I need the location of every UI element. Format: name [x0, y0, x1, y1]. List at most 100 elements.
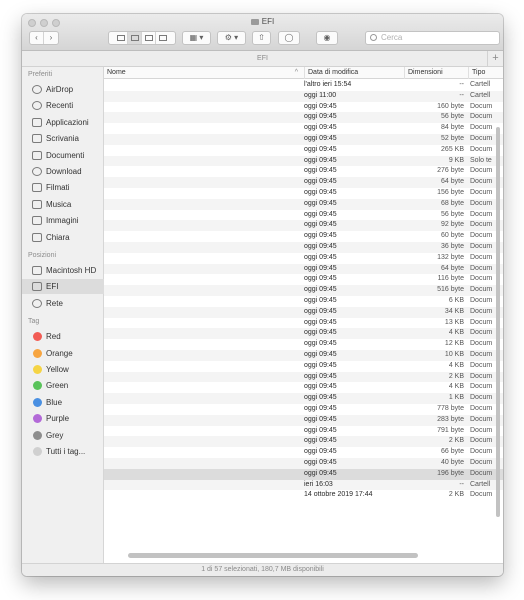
table-row[interactable]: APIC.amloggi 09:45160 byteDocum	[104, 102, 503, 113]
column-kind[interactable]: Tipo	[468, 67, 503, 79]
modified-date: oggi 09:45	[304, 167, 337, 175]
table-row[interactable]: FACS.amloggi 09:4564 byteDocum	[104, 177, 503, 188]
back-button[interactable]: ‹	[30, 32, 44, 44]
table-row[interactable]: DumpLog.txtoggi 09:459 KBSolo te	[104, 155, 503, 167]
search-field[interactable]: Cerca	[365, 31, 500, 45]
sidebar-item-immagini[interactable]: Immagini	[22, 213, 104, 228]
file-rows: ▼ACPIl'altro ieri 15:54--Cartell▼origino…	[104, 80, 503, 551]
folder-row[interactable]: ▼patchedieri 16:03--Cartell	[104, 479, 503, 491]
sidebar-tag-tutti-i-tag[interactable]: Tutti i tag...	[22, 444, 104, 459]
sidebar-item-label: Musica	[46, 199, 72, 209]
sidebar-tag-yellow[interactable]: Yellow	[22, 362, 104, 377]
sidebar-item-rete[interactable]: Rete	[22, 296, 104, 311]
sidebar-item-download[interactable]: Download	[22, 164, 104, 179]
gallery-view-button[interactable]	[156, 32, 170, 44]
file-size: --	[459, 81, 464, 88]
sidebar-tag-red[interactable]: Red	[22, 329, 104, 344]
sidebar-tag-grey[interactable]: Grey	[22, 428, 104, 443]
file-size: 791 byte	[437, 426, 464, 434]
horizontal-scrollbar[interactable]	[128, 553, 418, 558]
file-size: 13 KB	[444, 318, 464, 326]
table-row[interactable]: RSDP.amloggi 09:4536 byteDocum	[104, 242, 503, 253]
folder-row[interactable]: ▼ACPIl'altro ieri 15:54--Cartell	[104, 80, 503, 91]
vertical-scrollbar[interactable]	[496, 127, 500, 517]
forward-button[interactable]: ›	[44, 32, 58, 44]
table-row[interactable]: FPDT.amloggi 09:4568 byteDocum	[104, 198, 503, 210]
list-view-button[interactable]	[128, 32, 142, 44]
table-row[interactable]: SSDT-x1_6-HwpLvt.amloggi 09:452 KBDocum	[104, 436, 503, 448]
folder-row[interactable]: ▼originoggi 11:00--Cartell	[104, 90, 503, 102]
table-row[interactable]: DBGP.amloggi 09:4552 byteDocum	[104, 134, 503, 145]
sidebar-item-recenti[interactable]: Recenti	[22, 98, 104, 113]
table-row[interactable]: RSDT.amloggi 09:45116 byteDocum	[104, 274, 503, 285]
title-bar: EFI ‹ › ▦ ▾ ⚙ ▾ ⇧ ◯ ◉ Cerca	[22, 14, 503, 51]
table-row[interactable]: SSDT-x1_1-ApIst.amloggi 09:454 KBDocum	[104, 382, 503, 393]
table-row[interactable]: SSDT-2-A M I.amloggi 09:4534 KBDocum	[104, 306, 503, 318]
sidebar-tag-purple[interactable]: Purple	[22, 411, 104, 426]
table-row[interactable]: DBG2.amloggi 09:4584 byteDocum	[104, 123, 503, 134]
sidebar-item-musica[interactable]: Musica	[22, 197, 104, 212]
table-row[interactable]: DSDT.amloggi 09:45265 KBDocum	[104, 145, 503, 156]
file-size: 4 KB	[448, 329, 464, 337]
table-row[interactable]: FIDT.amloggi 09:45156 byteDocum	[104, 188, 503, 199]
sidebar-item-efi[interactable]: EFI	[22, 279, 104, 295]
table-row[interactable]: RSDT-FACS.amloggi 09:4564 byteDocum	[104, 263, 503, 275]
column-size[interactable]: Dimensioni	[404, 67, 468, 79]
table-row[interactable]: SSDT-x1_3-ApCst.amloggi 09:45778 byteDoc…	[104, 404, 503, 415]
sidebar-item-documenti[interactable]: Documenti	[22, 148, 104, 163]
table-row[interactable]: BGRT.amloggi 09:4556 byteDocum	[104, 112, 503, 124]
sidebar-tag-blue[interactable]: Blue	[22, 395, 104, 410]
file-size: 778 byte	[437, 405, 464, 412]
new-tab-button[interactable]: +	[487, 51, 503, 66]
disk-icon	[250, 19, 259, 25]
file-size: 196 byte	[437, 469, 464, 477]
table-row[interactable]: LPIT.amloggi 09:4592 byteDocum	[104, 220, 503, 232]
column-kind-label: Tipo	[472, 69, 486, 76]
modified-date: oggi 09:45	[304, 113, 337, 121]
sidebar-tag-green[interactable]: Green	[22, 378, 104, 393]
table-row[interactable]: SSDT-5-A M I.amloggi 09:4512 KBDocum	[104, 339, 503, 350]
table-row[interactable]: FACP.amloggi 09:45276 byteDocum	[104, 166, 503, 177]
table-row[interactable]: SSDT-x1_0-Cpu0Ist.amloggi 09:452 KBDocum	[104, 371, 503, 383]
sidebar-tag-orange[interactable]: Orange	[22, 346, 104, 361]
sidebar-item-macintosh-hd[interactable]: Macintosh HD	[22, 263, 104, 278]
column-view-button[interactable]	[142, 32, 156, 44]
sidebar-item-label: Chiara	[46, 232, 70, 242]
table-row[interactable]: SSDT-4-A M I.amloggi 09:454 KBDocum	[104, 328, 503, 340]
table-row[interactable]: SSDT-1-A M I.amloggi 09:456 KBDocum	[104, 296, 503, 307]
table-row[interactable]: WSMT.amloggi 09:4540 byteDocum	[104, 458, 503, 469]
sidebar-item-airdrop[interactable]: AirDrop	[22, 82, 104, 97]
sidebar-item-filmati[interactable]: Filmati	[22, 180, 104, 195]
icon-view-button[interactable]	[114, 32, 128, 44]
tags-button[interactable]: ◯	[278, 31, 300, 45]
table-row[interactable]: RSDT-FACP.amloggi 09:45132 byteDocum	[104, 253, 503, 264]
sidebar-item-applicazioni[interactable]: Applicazioni	[22, 115, 104, 130]
table-row[interactable]: SSDT-x1_5-ApHwp.amloggi 09:45791 byteDoc…	[104, 426, 503, 437]
quick-look-button[interactable]: ◉	[316, 31, 338, 45]
table-row[interactable]: XSDT.amloggi 09:45196 byteDocum	[104, 468, 503, 480]
group-button[interactable]: ▦ ▾	[182, 31, 211, 45]
column-name[interactable]: Nome ^	[104, 67, 304, 79]
tag-dot-icon	[33, 332, 42, 342]
table-row[interactable]: SSDT-0-A M I.amloggi 09:45516 byteDocum	[104, 285, 503, 296]
tab-efi[interactable]: EFI	[257, 55, 268, 62]
table-row[interactable]: SSDT-3-A M I.amloggi 09:4513 KBDocum	[104, 318, 503, 329]
locations-header: Posizioni	[28, 252, 57, 259]
table-row[interactable]: UEFI.amloggi 09:4566 byteDocum	[104, 447, 503, 458]
table-row[interactable]: MCFG.amloggi 09:4560 byteDocum	[104, 231, 503, 242]
table-row[interactable]: SSDT-7-A M I.amloggi 09:454 KBDocum	[104, 361, 503, 372]
sidebar-item-chiara[interactable]: Chiara	[22, 230, 104, 245]
table-row[interactable]: SSDT-390series.aml14 ottobre 2019 17:442…	[104, 490, 503, 501]
modified-date: oggi 09:45	[304, 329, 337, 337]
table-row[interactable]: SSDT-6-A M I.amloggi 09:4510 KBDocum	[104, 350, 503, 361]
table-row[interactable]: SSDT-x1_4-Cpu0Hwp.amloggi 09:45283 byteD…	[104, 414, 503, 426]
tag-dot-icon	[33, 414, 42, 424]
column-date[interactable]: Data di modifica	[304, 67, 404, 79]
share-button[interactable]: ⇧	[252, 31, 271, 45]
tag-dot-icon	[33, 381, 42, 391]
table-row[interactable]: SSDT-x1_2-Cpu0Cst.amloggi 09:451 KBDocum	[104, 393, 503, 404]
sidebar-item-scrivania[interactable]: Scrivania	[22, 131, 104, 146]
table-row[interactable]: HPET.amloggi 09:4556 byteDocum	[104, 210, 503, 221]
download-icon	[32, 167, 42, 176]
action-gear-button[interactable]: ⚙ ▾	[217, 31, 246, 45]
